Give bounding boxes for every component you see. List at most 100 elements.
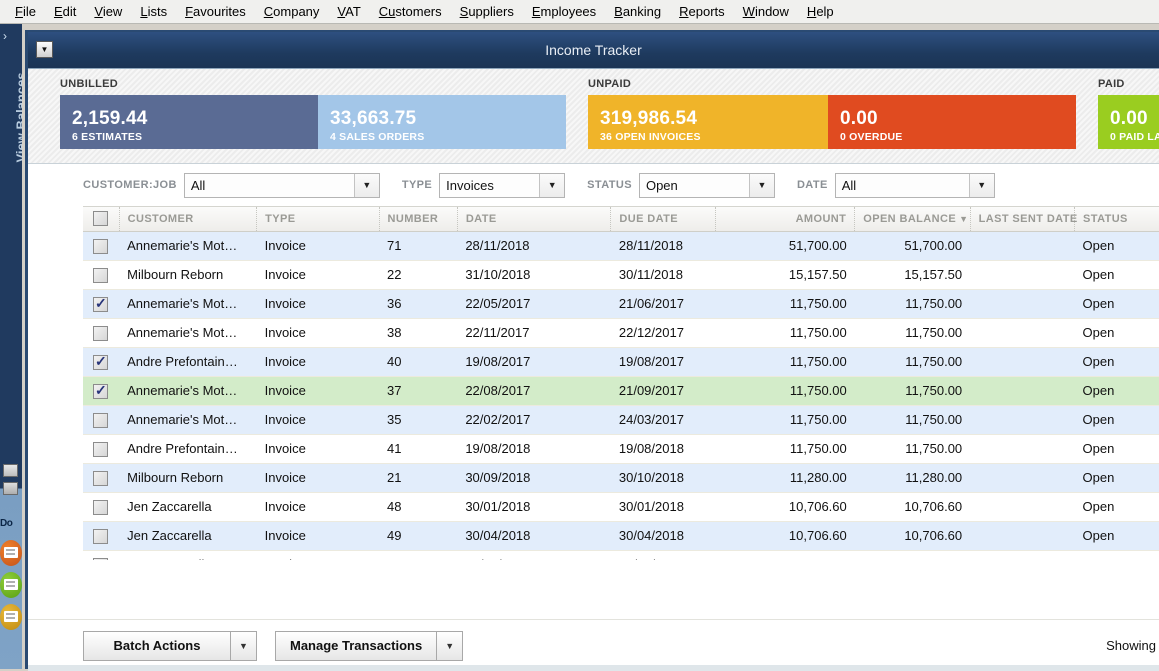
column-header-number[interactable]: NUMBER bbox=[378, 207, 458, 232]
column-header-date[interactable]: DATE bbox=[456, 207, 611, 232]
row-select-cell[interactable] bbox=[83, 347, 120, 377]
column-header-type[interactable]: TYPE bbox=[256, 207, 380, 232]
manage-transactions-button[interactable]: Manage Transactions bbox=[275, 630, 438, 661]
table-row[interactable]: Milbourn Reborn Invoice 21 30/09/2018 30/10/… bbox=[83, 463, 1159, 493]
table-row[interactable]: Jen ZaccarellaInvoice5030/07/201830/07/2… bbox=[83, 550, 1159, 560]
cell-number: 50 bbox=[379, 550, 458, 560]
cell-amount: 11,280.00 bbox=[715, 463, 855, 493]
cell-open-balance: 11,280.00 bbox=[854, 463, 971, 493]
kpi-card--open-invoices[interactable]: 319,986.54 36 OPEN INVOICES bbox=[588, 95, 828, 149]
kpi-card--estimates[interactable]: 2,159.44 6 ESTIMATES bbox=[60, 95, 318, 149]
row-checkbox[interactable] bbox=[93, 528, 108, 544]
column-header-customer[interactable]: CUSTOMER bbox=[118, 207, 257, 232]
table-row[interactable]: Annemarie's Mot… Invoice 71 28/11/2018 28/11… bbox=[83, 231, 1159, 261]
row-select-cell[interactable] bbox=[83, 318, 120, 348]
row-select-cell[interactable] bbox=[83, 289, 120, 319]
row-select-cell[interactable] bbox=[83, 550, 120, 560]
cell-date: 22/02/2017 bbox=[457, 405, 611, 435]
select-all-checkbox[interactable] bbox=[93, 211, 108, 227]
table-row[interactable]: Annemarie's Mot…Invoice3722/08/201721/09… bbox=[83, 376, 1159, 406]
sidebar-mini-window-icon-1[interactable] bbox=[3, 464, 18, 477]
row-checkbox[interactable] bbox=[93, 382, 108, 399]
filter-select-type[interactable]: Invoices ▼ bbox=[439, 172, 566, 198]
row-checkbox[interactable] bbox=[93, 353, 108, 370]
manage-transactions-split-button[interactable]: Manage Transactions ▼ bbox=[275, 630, 464, 661]
row-checkbox[interactable] bbox=[93, 325, 108, 341]
manage-transactions-chevron-down-icon[interactable]: ▼ bbox=[437, 630, 464, 661]
menu-item-indow[interactable]: Window bbox=[734, 2, 798, 21]
filter-chevron-down-icon[interactable]: ▼ bbox=[970, 174, 994, 197]
filter-chevron-down-icon[interactable]: ▼ bbox=[540, 174, 564, 197]
filter-bar: CUSTOMER:JOB All ▼ TYPE Invoices ▼ STATUS Open ▼… bbox=[28, 164, 1159, 206]
table-row[interactable]: Jen Zaccarella Invoice 48 30/01/2018 30/01/2… bbox=[83, 492, 1159, 522]
kpi-amount: 2,159.44 bbox=[72, 107, 148, 129]
batch-actions-button[interactable]: Batch Actions bbox=[83, 630, 231, 661]
row-select-cell[interactable] bbox=[83, 521, 120, 551]
row-select-cell[interactable] bbox=[83, 463, 120, 493]
table-row[interactable]: Jen Zaccarella Invoice 49 30/04/2018 30/04/2… bbox=[83, 521, 1159, 551]
kpi-card--sales-orders[interactable]: 33,663.75 4 SALES ORDERS bbox=[318, 95, 566, 149]
cell-type: Invoice bbox=[256, 347, 380, 377]
column-header-due-date[interactable]: DUE DATE bbox=[610, 207, 716, 232]
kpi-amount: 0.00 bbox=[1110, 107, 1148, 129]
cell-due-date: 21/09/2017 bbox=[610, 376, 716, 406]
row-checkbox[interactable] bbox=[93, 557, 108, 560]
menu-item-eports[interactable]: Reports bbox=[670, 2, 734, 21]
menu-item-at[interactable]: VAT bbox=[328, 2, 369, 21]
column-header-last-sent[interactable]: LAST SENT DATE bbox=[969, 207, 1077, 232]
table-row[interactable]: Annemarie's Mot…Invoice3622/05/201721/06… bbox=[83, 289, 1159, 319]
filter-chevron-down-icon[interactable]: ▼ bbox=[750, 174, 774, 197]
menu-item-mployees[interactable]: Employees bbox=[523, 2, 605, 21]
transactions-table-container[interactable]: CUSTOMER TYPE NUMBER DATE DUE DATE AMOUNT OPEN… bbox=[83, 206, 1159, 560]
row-checkbox[interactable] bbox=[93, 238, 108, 254]
sidebar-amber-app-icon[interactable] bbox=[0, 604, 22, 630]
row-select-cell[interactable] bbox=[83, 260, 120, 290]
row-checkbox[interactable] bbox=[93, 441, 108, 457]
sidebar-orange-app-icon[interactable] bbox=[0, 540, 22, 566]
filter-chevron-down-icon[interactable]: ▼ bbox=[355, 174, 379, 197]
row-checkbox[interactable] bbox=[93, 499, 108, 515]
filter-select-date[interactable]: All ▼ bbox=[834, 172, 995, 198]
batch-actions-split-button[interactable]: Batch Actions ▼ bbox=[83, 630, 257, 661]
bottom-action-bar: Batch Actions ▼ Manage Transactions ▼ Sh… bbox=[28, 619, 1159, 671]
window-menu-chevron-down-icon[interactable]: ▼ bbox=[36, 41, 53, 58]
menu-item-elp[interactable]: Help bbox=[798, 2, 843, 21]
table-row[interactable]: Milbourn Reborn Invoice 22 31/10/2018 30/11/… bbox=[83, 260, 1159, 290]
select-all-header-cell[interactable] bbox=[83, 207, 120, 232]
row-checkbox[interactable] bbox=[93, 267, 108, 283]
row-checkbox[interactable] bbox=[93, 470, 108, 486]
row-checkbox[interactable] bbox=[93, 295, 108, 312]
row-select-cell[interactable] bbox=[83, 231, 120, 261]
column-header-open-balance[interactable]: OPEN BALANCE ▼ bbox=[854, 207, 971, 232]
row-select-cell[interactable] bbox=[83, 405, 120, 435]
table-row[interactable]: Annemarie's Mot… Invoice 38 22/11/2017 22/12… bbox=[83, 318, 1159, 348]
sidebar-mini-window-icon-2[interactable] bbox=[3, 482, 18, 495]
row-checkbox[interactable] bbox=[93, 412, 108, 428]
sidebar-view-balances-label[interactable]: View Balances bbox=[14, 53, 23, 183]
table-row[interactable]: Annemarie's Mot… Invoice 35 22/02/2017 24/03… bbox=[83, 405, 1159, 435]
sidebar-green-app-icon[interactable] bbox=[0, 572, 22, 598]
kpi-card--overdue[interactable]: 0.00 0 OVERDUE bbox=[828, 95, 1076, 149]
menu-item-ile[interactable]: File bbox=[6, 2, 45, 21]
menu-item-avourites[interactable]: Favourites bbox=[176, 2, 255, 21]
menu-item-iew[interactable]: View bbox=[85, 2, 131, 21]
menu-item-anking[interactable]: Banking bbox=[605, 2, 670, 21]
filter-select-status[interactable]: Open ▼ bbox=[638, 172, 775, 198]
row-select-cell[interactable] bbox=[83, 376, 120, 406]
column-header-status[interactable]: STATUS bbox=[1074, 207, 1159, 232]
cell-open-balance: 11,750.00 bbox=[854, 405, 971, 435]
row-select-cell[interactable] bbox=[83, 492, 120, 522]
batch-actions-chevron-down-icon[interactable]: ▼ bbox=[231, 630, 257, 661]
menu-item-ompany[interactable]: Company bbox=[255, 2, 329, 21]
filter-select-customer-job[interactable]: All ▼ bbox=[183, 172, 380, 198]
column-header-amount[interactable]: AMOUNT bbox=[714, 207, 855, 232]
menu-item-uppliers[interactable]: Suppliers bbox=[451, 2, 523, 21]
kpi-card--paid-last[interactable]: 0.00 0 PAID LAST bbox=[1098, 95, 1159, 149]
row-select-cell[interactable] bbox=[83, 434, 120, 464]
sidebar-expand-chevron-icon[interactable]: › bbox=[3, 30, 7, 42]
table-row[interactable]: Andre Prefontain…Invoice4019/08/201719/0… bbox=[83, 347, 1159, 377]
table-row[interactable]: Andre Prefontain… Invoice 41 19/08/2018 19/0… bbox=[83, 434, 1159, 464]
menu-item-ists[interactable]: Lists bbox=[131, 2, 176, 21]
menu-item-dit[interactable]: Edit bbox=[45, 2, 85, 21]
menu-item-stomers[interactable]: Customers bbox=[370, 2, 451, 21]
